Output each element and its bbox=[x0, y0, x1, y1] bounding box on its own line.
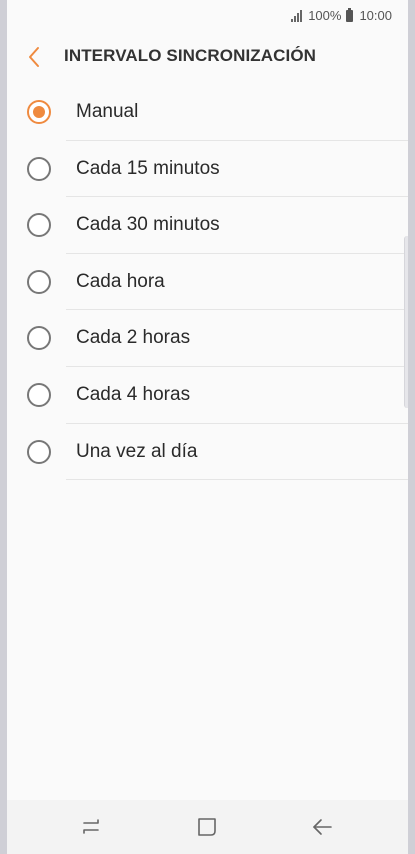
home-icon bbox=[198, 818, 216, 836]
radio-button[interactable] bbox=[27, 382, 51, 407]
device-frame: 100% 10:00 INTERVALO SINCRONIZACIÓN Manu… bbox=[0, 0, 415, 854]
back-arrow-icon bbox=[313, 819, 332, 835]
sync-interval-options: Manual Cada 15 minutos Cada 30 minutos C… bbox=[7, 84, 408, 481]
option-every-hour[interactable]: Cada hora bbox=[7, 254, 408, 311]
option-once-a-day[interactable]: Una vez al día bbox=[7, 424, 408, 481]
status-indicators: 100% 10:00 bbox=[291, 7, 392, 23]
recent-apps-icon bbox=[83, 819, 99, 834]
home-button[interactable] bbox=[192, 812, 222, 842]
radio-button[interactable] bbox=[27, 156, 51, 181]
radio-button[interactable] bbox=[27, 269, 51, 294]
option-label: Manual bbox=[76, 101, 139, 122]
option-every-4-hours[interactable]: Cada 4 horas bbox=[7, 367, 408, 424]
back-nav-button[interactable] bbox=[307, 812, 337, 842]
divider bbox=[66, 479, 408, 481]
option-label: Cada hora bbox=[76, 270, 165, 292]
option-manual[interactable]: Manual bbox=[7, 84, 408, 141]
radio-button[interactable] bbox=[27, 326, 51, 351]
navigation-bar bbox=[7, 800, 408, 854]
page-title: INTERVALO SINCRONIZACIÓN bbox=[64, 46, 317, 65]
option-label: Cada 15 minutos bbox=[76, 157, 220, 179]
option-every-30-minutes[interactable]: Cada 30 minutos bbox=[7, 197, 408, 254]
option-label: Cada 2 horas bbox=[76, 327, 191, 349]
option-every-2-hours[interactable]: Cada 2 horas bbox=[7, 310, 408, 367]
chevron-left-icon bbox=[29, 47, 39, 67]
option-label: Cada 30 minutos bbox=[76, 214, 220, 236]
option-label: Cada 4 horas bbox=[76, 383, 191, 405]
radio-button[interactable] bbox=[27, 100, 51, 124]
back-button[interactable] bbox=[17, 40, 51, 74]
screen: 100% 10:00 INTERVALO SINCRONIZACIÓN Manu… bbox=[7, 0, 408, 854]
recent-apps-button[interactable] bbox=[76, 812, 106, 842]
option-label: Una vez al día bbox=[76, 440, 198, 462]
signal-icon bbox=[291, 9, 303, 22]
edge-panel-handle[interactable] bbox=[404, 236, 408, 408]
battery-icon bbox=[346, 7, 354, 22]
radio-button[interactable] bbox=[27, 213, 51, 238]
status-bar: 100% 10:00 bbox=[7, 0, 408, 32]
battery-level: 100% bbox=[308, 8, 342, 23]
radio-button[interactable] bbox=[27, 439, 51, 464]
app-header: INTERVALO SINCRONIZACIÓN bbox=[7, 32, 408, 82]
clock: 10:00 bbox=[359, 8, 392, 23]
option-every-15-minutes[interactable]: Cada 15 minutos bbox=[7, 141, 408, 198]
